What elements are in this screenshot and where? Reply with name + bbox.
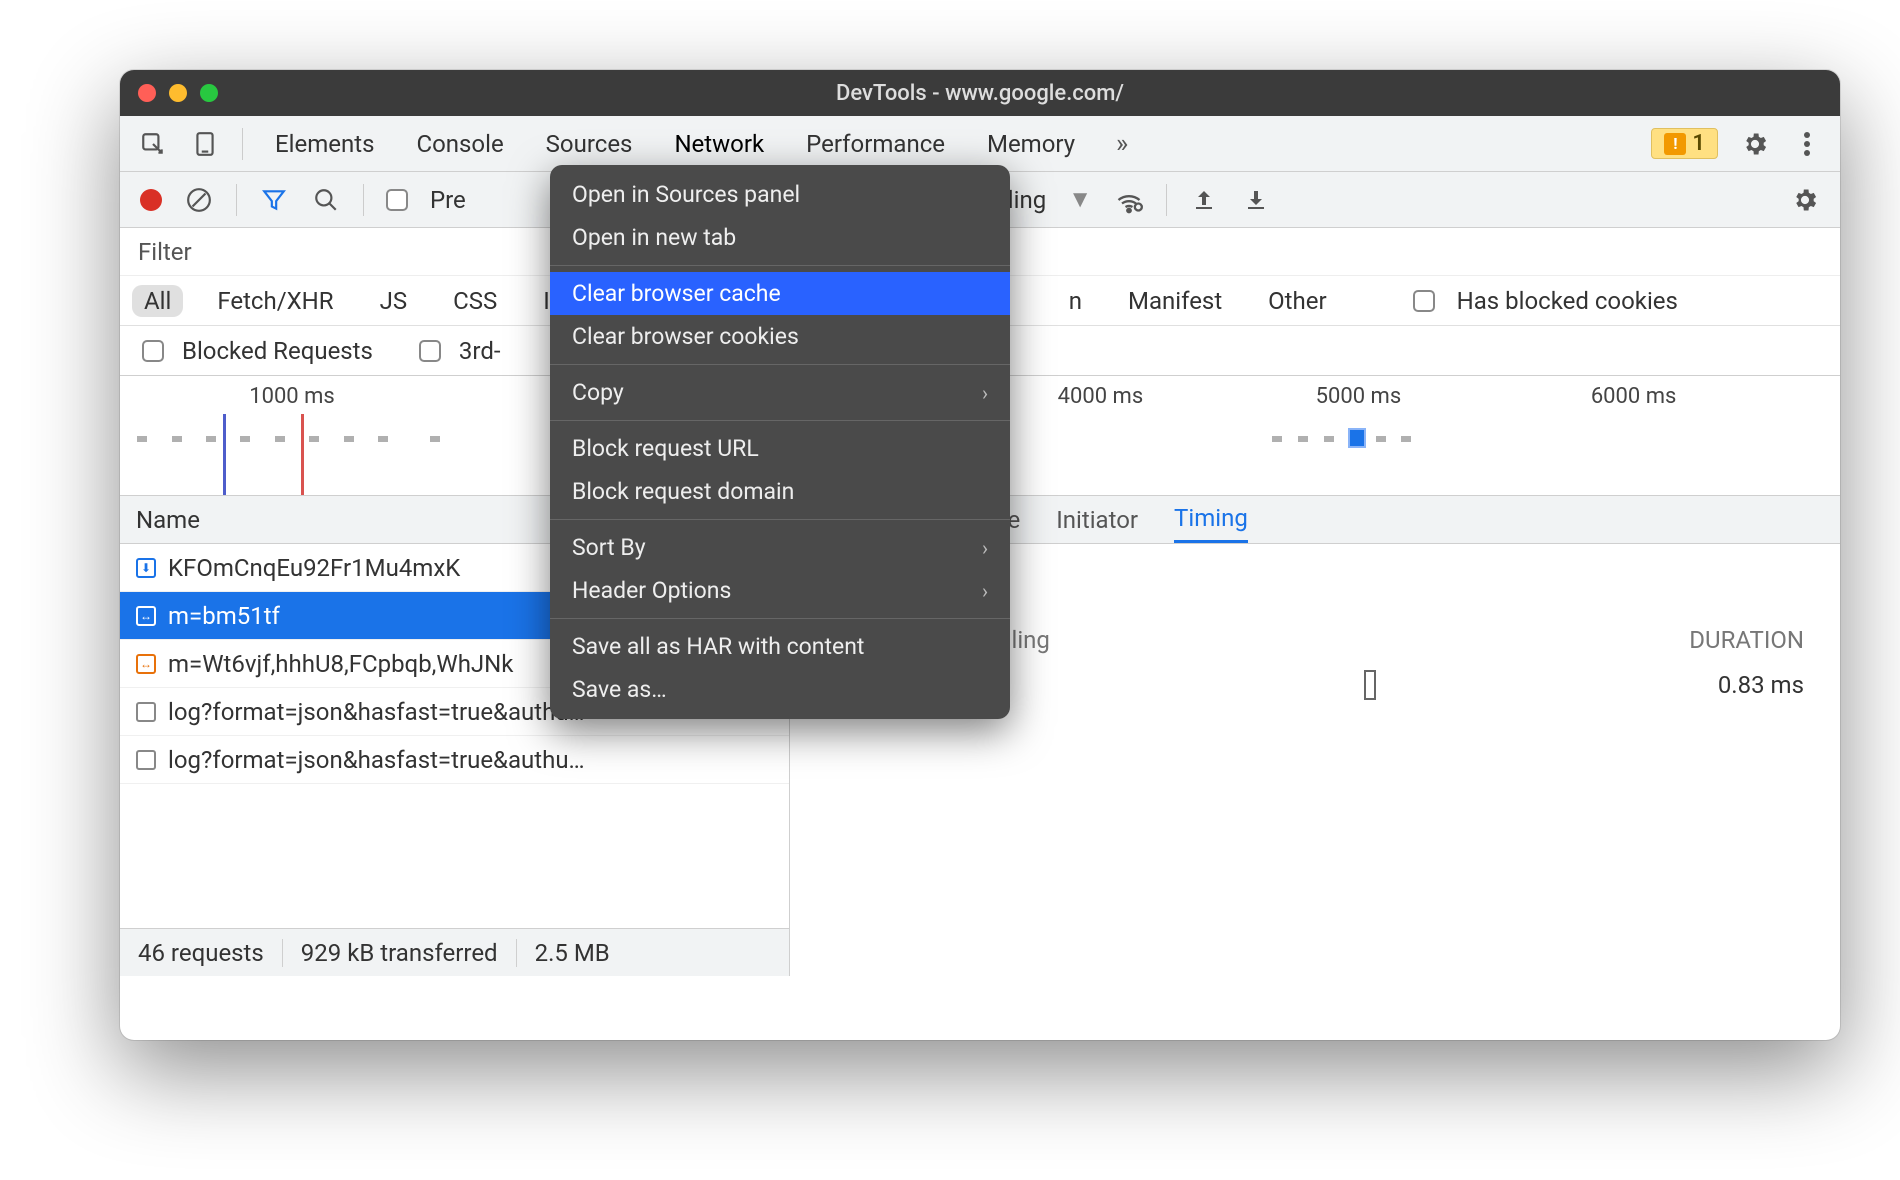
queueing-bar bbox=[1364, 670, 1376, 700]
detail-tab-initiator[interactable]: Initiator bbox=[1056, 496, 1138, 543]
tab-elements[interactable]: Elements bbox=[265, 130, 384, 158]
clear-icon[interactable] bbox=[184, 185, 214, 215]
preserve-log-checkbox[interactable] bbox=[386, 189, 408, 211]
cm-save-as[interactable]: Save as… bbox=[550, 668, 1010, 711]
tab-network[interactable]: Network bbox=[664, 130, 774, 158]
maximize-window-button[interactable] bbox=[200, 84, 218, 102]
status-resources: 2.5 MB bbox=[517, 939, 628, 967]
cm-separator bbox=[550, 618, 1010, 619]
traffic-lights bbox=[138, 84, 218, 102]
cm-copy[interactable]: Copy› bbox=[550, 371, 1010, 414]
type-js[interactable]: JS bbox=[368, 285, 420, 317]
cm-save-har[interactable]: Save all as HAR with content bbox=[550, 625, 1010, 668]
titlebar: DevTools - www.google.com/ bbox=[120, 70, 1840, 116]
divider bbox=[363, 184, 364, 216]
download-icon[interactable] bbox=[1241, 185, 1271, 215]
minimize-window-button[interactable] bbox=[169, 84, 187, 102]
cm-separator bbox=[550, 265, 1010, 266]
chevron-right-icon: › bbox=[982, 536, 988, 560]
status-bar: 46 requests 929 kB transferred 2.5 MB bbox=[120, 928, 789, 976]
has-blocked-cookies-label: Has blocked cookies bbox=[1457, 287, 1678, 315]
timeline-label: 1000 ms bbox=[249, 384, 335, 409]
more-tabs-icon[interactable]: » bbox=[1107, 129, 1137, 159]
panel-tabs: Elements Console Sources Network Perform… bbox=[120, 116, 1840, 172]
record-button[interactable] bbox=[140, 189, 162, 211]
file-icon bbox=[136, 702, 156, 722]
request-name: log?format=json&hasfast=true&authu… bbox=[168, 698, 585, 726]
chevron-right-icon: › bbox=[982, 381, 988, 405]
cm-open-sources[interactable]: Open in Sources panel bbox=[550, 173, 1010, 216]
chevron-right-icon: › bbox=[982, 579, 988, 603]
status-transferred: 929 kB transferred bbox=[283, 939, 517, 967]
request-name: m=Wt6vjf,hhhU8,FCpbqb,WhJNk bbox=[168, 650, 513, 678]
tab-memory[interactable]: Memory bbox=[977, 130, 1085, 158]
kebab-menu-icon[interactable] bbox=[1792, 129, 1822, 159]
tab-sources[interactable]: Sources bbox=[536, 130, 643, 158]
timeline-marker-red bbox=[301, 414, 304, 495]
warning-badge[interactable]: ! 1 bbox=[1651, 128, 1718, 159]
request-row[interactable]: log?format=json&hasfast=true&authu… bbox=[120, 736, 789, 784]
search-icon[interactable] bbox=[311, 185, 341, 215]
cm-separator bbox=[550, 519, 1010, 520]
inspect-icon[interactable] bbox=[138, 129, 168, 159]
window-title: DevTools - www.google.com/ bbox=[120, 81, 1840, 106]
timeline-label: 4000 ms bbox=[1058, 384, 1144, 409]
cm-open-new-tab[interactable]: Open in new tab bbox=[550, 216, 1010, 259]
file-icon bbox=[136, 750, 156, 770]
request-name: m=bm51tf bbox=[168, 602, 280, 630]
timeline-label: 5000 ms bbox=[1316, 384, 1402, 409]
request-name: KFOmCnqEu92Fr1Mu4mxK bbox=[168, 554, 460, 582]
file-icon: ↔ bbox=[136, 606, 156, 626]
type-fetch-xhr[interactable]: Fetch/XHR bbox=[205, 285, 345, 317]
type-all[interactable]: All bbox=[132, 285, 183, 317]
cm-clear-cookies[interactable]: Clear browser cookies bbox=[550, 315, 1010, 358]
settings-icon[interactable] bbox=[1740, 129, 1770, 159]
network-settings-icon[interactable] bbox=[1790, 185, 1820, 215]
blocked-requests-checkbox[interactable] bbox=[142, 340, 164, 362]
filter-icon[interactable] bbox=[259, 185, 289, 215]
divider bbox=[242, 128, 243, 160]
type-css[interactable]: CSS bbox=[441, 285, 509, 317]
file-icon: ⬇ bbox=[136, 558, 156, 578]
type-font-partial[interactable]: n bbox=[1057, 285, 1094, 317]
tab-performance[interactable]: Performance bbox=[796, 130, 955, 158]
cm-block-domain[interactable]: Block request domain bbox=[550, 470, 1010, 513]
request-name: log?format=json&hasfast=true&authu… bbox=[168, 746, 585, 774]
network-conditions-icon[interactable] bbox=[1114, 185, 1144, 215]
type-manifest[interactable]: Manifest bbox=[1116, 285, 1234, 317]
cm-header-options[interactable]: Header Options› bbox=[550, 569, 1010, 612]
blocked-requests-label: Blocked Requests bbox=[182, 337, 373, 365]
device-toggle-icon[interactable] bbox=[190, 129, 220, 159]
duration-header: DURATION bbox=[1689, 626, 1804, 654]
type-other[interactable]: Other bbox=[1256, 285, 1338, 317]
queueing-time: 0.83 ms bbox=[1684, 671, 1804, 699]
context-menu: Open in Sources panel Open in new tab Cl… bbox=[550, 165, 1010, 719]
warning-count: 1 bbox=[1692, 131, 1705, 156]
third-party-label: 3rd- bbox=[459, 337, 501, 365]
cm-clear-cache[interactable]: Clear browser cache bbox=[550, 272, 1010, 315]
status-requests: 46 requests bbox=[120, 939, 283, 967]
timeline-selection[interactable] bbox=[1350, 430, 1364, 446]
third-party-checkbox[interactable] bbox=[419, 340, 441, 362]
detail-tab-timing[interactable]: Timing bbox=[1174, 496, 1248, 543]
has-blocked-cookies-checkbox[interactable] bbox=[1413, 290, 1435, 312]
cm-sort-by[interactable]: Sort By› bbox=[550, 526, 1010, 569]
throttling-dropdown-icon[interactable]: ▼ bbox=[1068, 185, 1092, 214]
upload-icon[interactable] bbox=[1189, 185, 1219, 215]
divider bbox=[236, 184, 237, 216]
close-window-button[interactable] bbox=[138, 84, 156, 102]
preserve-log-label: Pre bbox=[430, 186, 466, 214]
filter-input-placeholder[interactable]: Filter bbox=[138, 238, 192, 266]
file-icon: ↔ bbox=[136, 654, 156, 674]
divider bbox=[1166, 184, 1167, 216]
timeline-marker-blue bbox=[223, 414, 226, 495]
timeline-label: 6000 ms bbox=[1591, 384, 1677, 409]
cm-separator bbox=[550, 364, 1010, 365]
tab-console[interactable]: Console bbox=[406, 130, 513, 158]
warning-icon: ! bbox=[1664, 133, 1686, 155]
cm-block-url[interactable]: Block request URL bbox=[550, 427, 1010, 470]
cm-separator bbox=[550, 420, 1010, 421]
